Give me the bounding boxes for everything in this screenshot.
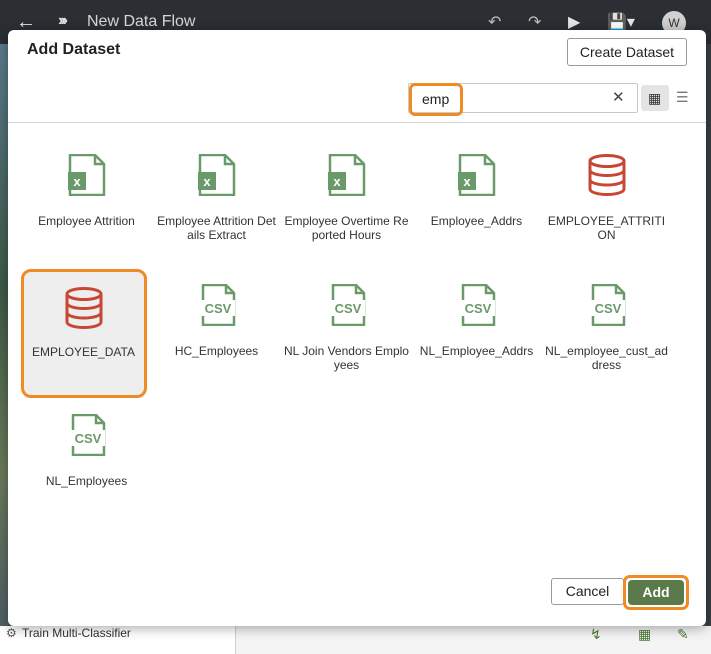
dataset-name: Employee_Addrs	[430, 214, 523, 228]
svg-text:CSV: CSV	[74, 431, 101, 446]
grid-view-button[interactable]: ▦	[641, 85, 669, 111]
dataset-name: HC_Employees	[174, 344, 259, 358]
excel-file-icon: x	[154, 154, 279, 200]
add-button[interactable]: Add	[628, 580, 684, 605]
dataset-name: EMPLOYEE_DATA	[32, 345, 135, 359]
csv-file-icon: CSV	[414, 284, 539, 330]
grid-view-icon: ▦	[648, 90, 662, 106]
redo-icon[interactable]: ↷	[528, 12, 541, 32]
canvas-edge	[706, 44, 711, 654]
dataset-tile[interactable]: x Employee Attrition	[24, 130, 149, 258]
dataset-tile-selected[interactable]: EMPLOYEE_DATA	[21, 269, 147, 398]
dataset-tile[interactable]: x Employee_Addrs	[414, 130, 539, 258]
dataset-name: Employee Overtime Reported Hours	[284, 214, 409, 242]
svg-text:x: x	[73, 174, 81, 189]
dataset-tile[interactable]: CSV HC_Employees	[154, 260, 279, 388]
step-item-label[interactable]: Train Multi-Classifier	[22, 626, 131, 640]
lightning-icon[interactable]: ↯	[590, 626, 602, 643]
list-view-icon[interactable]: ☰	[676, 89, 689, 106]
excel-file-icon: x	[414, 154, 539, 200]
dataset-name: EMPLOYEE_ATTRITION	[547, 214, 666, 242]
dialog-divider	[8, 122, 706, 123]
database-icon	[544, 154, 669, 200]
excel-file-icon: x	[24, 154, 149, 200]
close-icon[interactable]: ✕	[612, 88, 625, 106]
svg-text:CSV: CSV	[464, 301, 491, 316]
play-icon[interactable]: ▶	[568, 12, 580, 32]
csv-file-icon: CSV	[154, 284, 279, 330]
dataset-tile[interactable]: EMPLOYEE_ATTRITION	[544, 130, 669, 258]
excel-file-icon: x	[284, 154, 409, 200]
dataset-tile[interactable]: CSV NL_employee_cust_address	[544, 260, 669, 388]
svg-text:x: x	[333, 174, 341, 189]
svg-text:x: x	[203, 174, 211, 189]
classifier-icon: ⚙	[6, 626, 17, 640]
canvas-background	[0, 44, 8, 654]
app-title: New Data Flow	[87, 13, 196, 30]
save-icon[interactable]: 💾▾	[607, 12, 635, 32]
cancel-button[interactable]: Cancel	[551, 578, 624, 605]
dialog-title: Add Dataset	[27, 41, 121, 58]
bottom-panel: ⚙ Train Multi-Classifier ↯ ▦ ✎	[0, 626, 711, 654]
add-dataset-dialog: Add Dataset Create Dataset ✕ ▦ ☰ x Emplo…	[8, 30, 706, 626]
dataset-name: NL_Employees	[45, 474, 128, 488]
dataset-name: NL_Employee_Addrs	[419, 344, 534, 358]
dataset-tile[interactable]: CSV NL_Employees	[24, 390, 149, 518]
svg-text:CSV: CSV	[334, 301, 361, 316]
csv-file-icon: CSV	[284, 284, 409, 330]
svg-text:CSV: CSV	[594, 301, 621, 316]
undo-icon[interactable]: ↶	[488, 12, 501, 32]
search-highlight	[409, 83, 463, 116]
csv-file-icon: CSV	[24, 414, 149, 460]
dataset-name: NL Join Vendors Employees	[284, 344, 409, 372]
dataset-tile[interactable]: x Employee Overtime Reported Hours	[284, 130, 409, 258]
dataset-tile[interactable]: CSV NL_Employee_Addrs	[414, 260, 539, 388]
step-list: ⚙ Train Multi-Classifier	[0, 626, 236, 654]
svg-text:x: x	[463, 174, 471, 189]
create-dataset-button[interactable]: Create Dataset	[567, 38, 687, 66]
svg-text:CSV: CSV	[204, 301, 231, 316]
database-icon	[21, 287, 146, 333]
data-flow-icon: ›››	[58, 12, 68, 29]
dataset-tile[interactable]: x Employee Attrition Details Extract	[154, 130, 279, 258]
dataset-name: Employee Attrition	[38, 214, 135, 228]
csv-file-icon: CSV	[544, 284, 669, 330]
dataset-tile[interactable]: CSV NL Join Vendors Employees	[284, 260, 409, 388]
dataset-name: NL_employee_cust_address	[545, 344, 668, 372]
edit-icon[interactable]: ✎	[677, 626, 689, 643]
table-icon[interactable]: ▦	[638, 626, 651, 643]
dataset-name: Employee Attrition Details Extract	[157, 214, 276, 242]
